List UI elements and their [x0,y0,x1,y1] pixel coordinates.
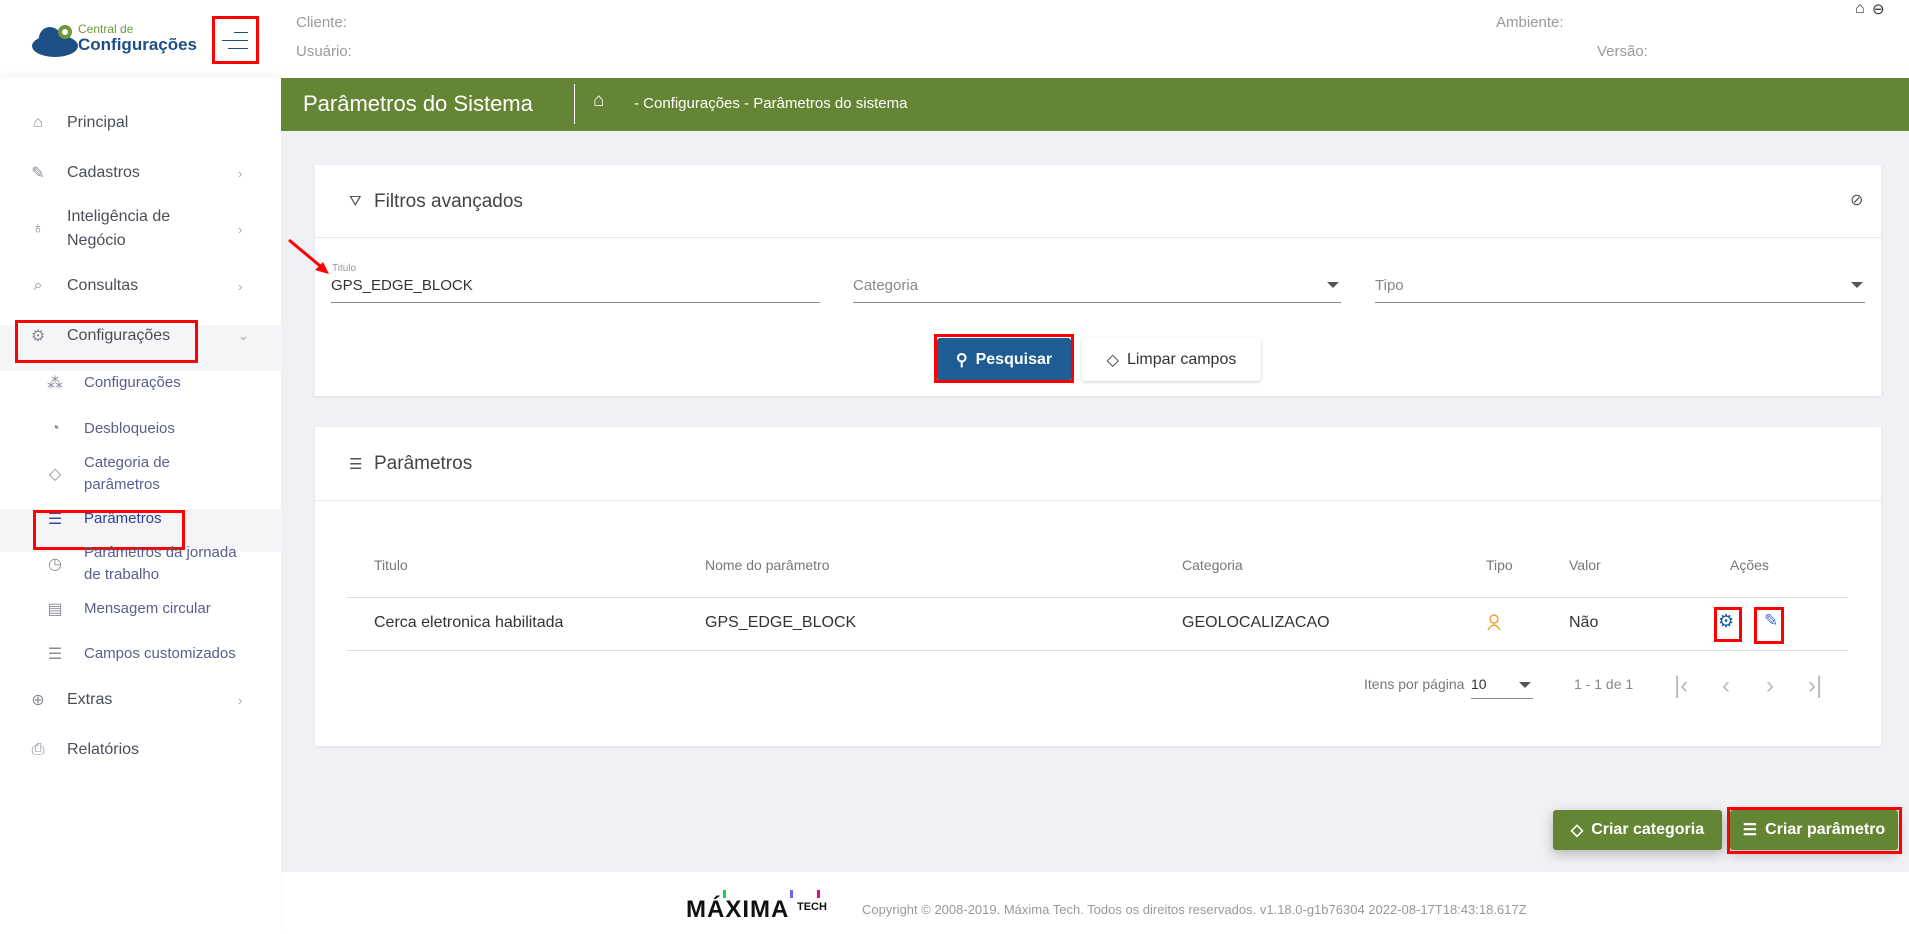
column-header-acoes: Ações [1730,557,1769,573]
titulo-input[interactable]: GPS_EDGE_BLOCK [331,267,820,303]
params-title: Parâmetros [374,453,473,474]
logo-small: Central de [78,22,134,36]
hide-filters-icon[interactable]: ⊘ [1850,190,1863,210]
usuario-label: Usuário: [296,43,352,60]
logout-icon[interactable]: ⊖ [1872,0,1885,18]
column-header-nome[interactable]: Nome do parâmetro [705,557,830,573]
eraser-icon: ◇ [1106,351,1119,369]
clear-button[interactable]: ◇ Limpar campos [1082,338,1261,381]
breadcrumb-home-icon[interactable]: ⌂ [593,90,604,112]
chevron-right-icon: › [238,692,243,708]
printer-icon: ⎙ [31,741,45,758]
column-header-valor[interactable]: Valor [1569,557,1601,573]
filter-icon: ⛛ [349,193,362,210]
edit-icon: ✎ [31,165,45,182]
copyright: Copyright © 2008-2019. Máxima Tech. Todo… [862,902,1527,917]
breadcrumb: - Configurações - Parâmetros do sistema [634,95,908,112]
cloud-logo-icon [32,25,78,57]
search-button[interactable]: ⚲ Pesquisar [937,338,1071,381]
search-icon: ⚲ [955,351,968,369]
dropdown-arrow-icon [1851,282,1863,288]
dropdown-arrow-icon [1519,682,1531,688]
column-header-titulo[interactable]: Titulo [374,557,408,573]
plus-circle-icon: ⊕ [31,692,45,709]
unlock-icon: ◔ [50,420,60,437]
home-icon[interactable]: ⌂ [1855,0,1865,18]
create-parameter-button[interactable]: ☰ Criar parâmetro [1730,810,1898,850]
chevron-right-icon: › [238,221,243,237]
footer-logo: MÁXIMA TECH [686,890,846,924]
home-icon: ⌂ [33,114,43,131]
ambiente-label: Ambiente: [1496,14,1564,31]
page-bar: Parâmetros do Sistema ⌂ - Configurações … [281,78,1909,131]
per-page-select[interactable]: 10 [1471,672,1533,699]
menu-toggle-button[interactable] [212,18,259,64]
filters-title: Filtros avançados [374,191,523,212]
logo-big: Configurações [78,35,198,54]
annotation-arrow-icon [288,238,329,274]
versao-label: Versão: [1597,43,1648,60]
gear-icon: ⚙ [30,328,46,345]
chevron-right-icon: › [238,278,243,294]
params-card: ☰ Parâmetros [315,427,1881,746]
last-page-icon[interactable]: ›| [1808,672,1822,700]
dropdown-arrow-icon [1327,282,1339,288]
page-title: Parâmetros do Sistema [303,91,533,116]
message-icon: ▤ [47,601,63,618]
next-page-icon[interactable]: › [1766,672,1774,700]
list-icon: ☰ [47,511,63,528]
list-icon: ☰ [349,456,363,473]
create-category-button[interactable]: ◇ Criar categoria [1553,810,1722,850]
page-range: 1 - 1 de 1 [1574,676,1634,692]
tipo-select[interactable]: Tipo [1375,267,1865,303]
edit-action-icon[interactable]: ✎ [1764,611,1778,631]
chevron-down-icon: ⌄ [238,328,249,343]
settings-action-icon[interactable]: ⚙ [1718,611,1734,632]
categoria-select[interactable]: Categoria [853,267,1341,303]
cliente-label: Cliente: [296,14,347,31]
prev-page-icon[interactable]: ‹ [1722,672,1730,700]
fields-icon: ☰ [47,646,63,663]
tag-icon: ◇ [48,466,62,483]
list-icon: ☰ [1742,822,1758,839]
clock-icon: ◷ [48,556,62,573]
first-page-icon[interactable]: |‹ [1674,672,1688,700]
nodes-icon: ⁂ [47,375,63,392]
lightbulb-icon: ♁ [32,220,44,237]
column-header-categoria[interactable]: Categoria [1182,557,1243,573]
chevron-right-icon: › [238,165,243,181]
search-icon: ⌕ [33,277,43,294]
user-icon [1487,614,1501,631]
column-header-tipo[interactable]: Tipo [1486,557,1513,573]
tag-icon: ◇ [1570,822,1584,839]
logo[interactable]: Central de Configurações [30,20,197,60]
per-page-label: Itens por página [1364,676,1465,692]
